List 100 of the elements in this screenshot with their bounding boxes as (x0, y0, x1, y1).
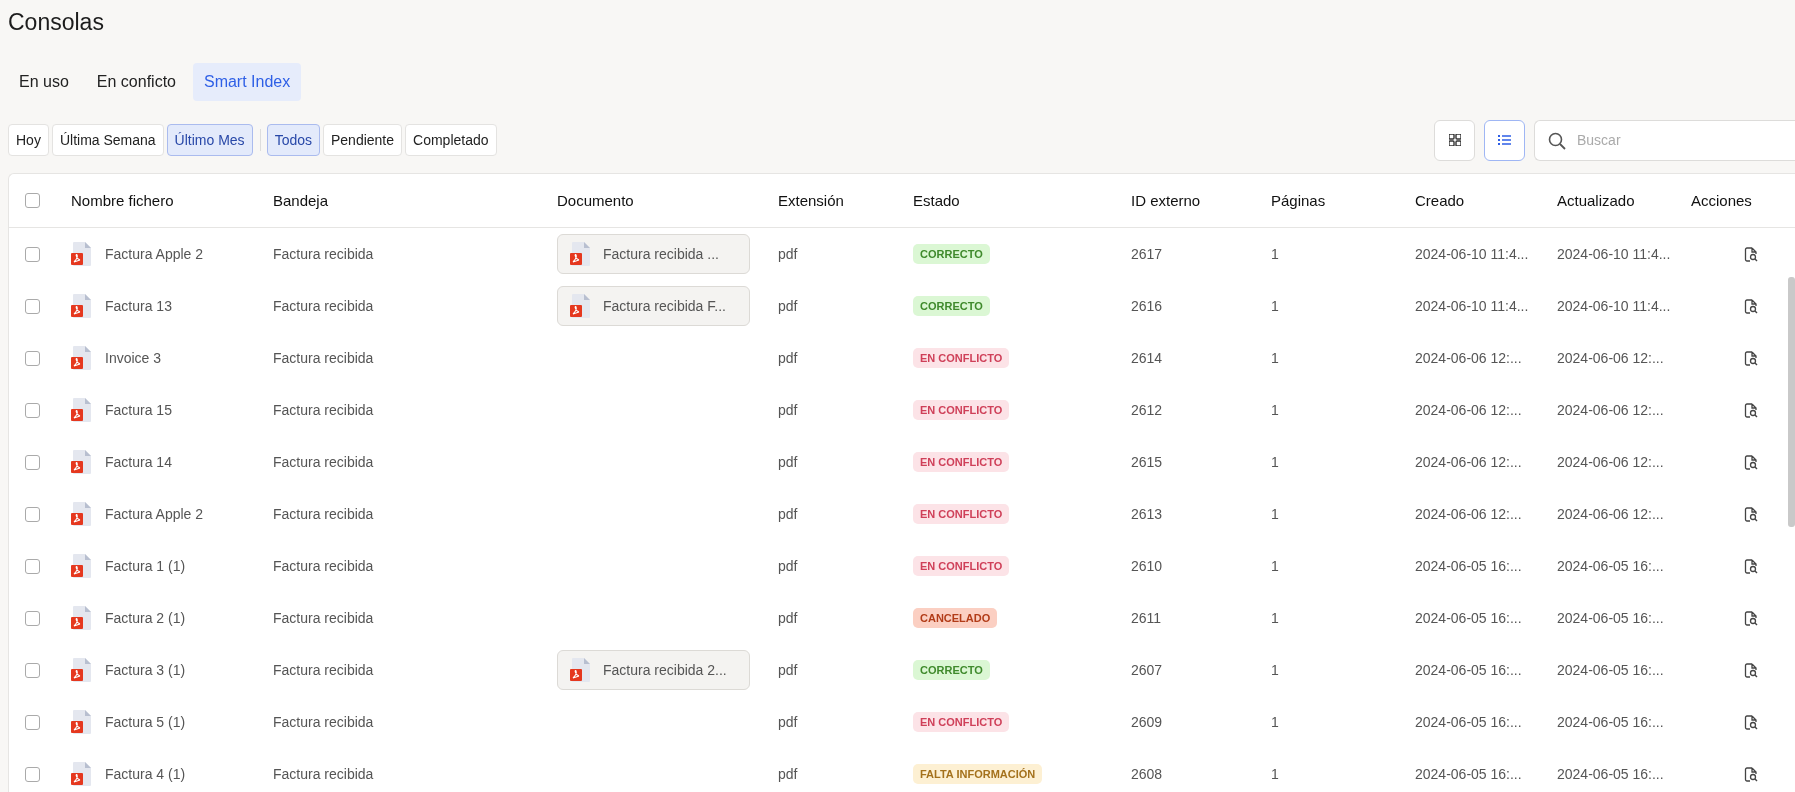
row-checkbox[interactable] (25, 298, 40, 314)
table-cell-text: Factura recibida (273, 350, 375, 366)
document-search-icon[interactable] (1744, 610, 1758, 626)
date-filter-button[interactable]: Última Semana (51, 124, 164, 156)
table-cell-text: 2024-06-06 12:... (1415, 454, 1523, 470)
document-chip[interactable]: Factura recibida ... (557, 234, 750, 274)
table-cell-text: 1 (1271, 662, 1280, 678)
pdf-file-icon (570, 241, 592, 267)
table-cell-text: 2615 (1131, 454, 1164, 470)
column-header[interactable]: Actualizado (1557, 192, 1691, 209)
pdf-file-icon (71, 345, 93, 371)
column-header[interactable]: Nombre fichero (71, 192, 273, 209)
table-cell-text: 2607 (1131, 662, 1164, 678)
document-chip[interactable]: Factura recibida F... (557, 286, 750, 326)
date-filter-button[interactable]: Hoy (8, 124, 49, 156)
file-name: Factura 15 (105, 402, 172, 418)
table-cell-text: 1 (1271, 766, 1280, 782)
table-cell-text: 1 (1271, 714, 1280, 730)
row-checkbox[interactable] (25, 766, 40, 782)
pdf-file-icon (71, 241, 93, 267)
search-field[interactable]: Buscar (1534, 119, 1795, 161)
column-header[interactable]: Páginas (1271, 192, 1415, 209)
table-cell-text: 2612 (1131, 402, 1164, 418)
table-cell-text: 2024-06-05 16:... (1557, 610, 1665, 626)
pdf-file-icon (71, 761, 93, 787)
document-search-icon[interactable] (1744, 298, 1758, 314)
table-cell-text: pdf (778, 246, 799, 262)
table-cell-text: Factura recibida (273, 766, 375, 782)
pdf-file-icon (71, 293, 93, 319)
pdf-file-icon (71, 501, 93, 527)
date-filter-button[interactable]: Último Mes (166, 124, 253, 156)
row-checkbox[interactable] (25, 506, 40, 522)
table-cell-text: 2024-06-06 12:... (1557, 454, 1665, 470)
document-search-icon[interactable] (1744, 558, 1758, 574)
status-badge: EN CONFLICTO (913, 348, 1010, 368)
table-cell-text: 1 (1271, 506, 1280, 522)
table-cell-text: 1 (1271, 558, 1280, 574)
row-checkbox[interactable] (25, 454, 40, 470)
scrollbar[interactable] (1788, 277, 1795, 527)
search-icon (1548, 131, 1566, 150)
row-checkbox[interactable] (25, 246, 40, 262)
table-cell-text: pdf (778, 298, 799, 314)
document-search-icon[interactable] (1744, 402, 1758, 418)
column-header[interactable]: Bandeja (273, 192, 557, 209)
table-cell-text: 2617 (1131, 246, 1164, 262)
document-chip[interactable]: Factura recibida 2... (557, 650, 750, 690)
status-badge: EN CONFLICTO (913, 400, 1010, 420)
row-checkbox[interactable] (25, 402, 40, 418)
status-badge: EN CONFLICTO (913, 504, 1010, 524)
tab[interactable]: Smart Index (192, 63, 302, 101)
column-header[interactable]: Acciones (1691, 192, 1782, 209)
table-cell-text: 2024-06-06 12:... (1415, 402, 1523, 418)
pdf-file-icon (570, 293, 592, 319)
status-badge: EN CONFLICTO (913, 452, 1010, 472)
row-checkbox[interactable] (25, 662, 40, 678)
row-checkbox[interactable] (25, 610, 40, 626)
column-header[interactable]: Estado (913, 192, 1131, 209)
table-cell-text: pdf (778, 506, 799, 522)
document-search-icon[interactable] (1744, 662, 1758, 678)
table-cell-text: Factura recibida (273, 298, 375, 314)
column-header[interactable]: Creado (1415, 192, 1557, 209)
table-cell-text: 2024-06-10 11:4... (1557, 298, 1672, 314)
table-cell-text: pdf (778, 350, 799, 366)
table-cell-text: 2024-06-05 16:... (1415, 766, 1523, 782)
list-view-button[interactable] (1484, 119, 1525, 161)
document-search-icon[interactable] (1744, 506, 1758, 522)
select-all-checkbox[interactable] (25, 193, 40, 208)
row-checkbox[interactable] (25, 558, 40, 574)
table-cell-text: 2610 (1131, 558, 1164, 574)
table-cell-text: pdf (778, 766, 799, 782)
table-cell-text: 2614 (1131, 350, 1164, 366)
document-search-icon[interactable] (1744, 454, 1758, 470)
table-cell-text: 2024-06-06 12:... (1557, 402, 1665, 418)
table-cell-text: 2024-06-05 16:... (1557, 766, 1665, 782)
grid-view-button[interactable] (1434, 119, 1475, 161)
pdf-file-icon (71, 449, 93, 475)
table-cell-text: 2024-06-06 12:... (1415, 506, 1523, 522)
status-filter-button[interactable]: Pendiente (323, 124, 403, 156)
row-checkbox[interactable] (25, 714, 40, 730)
pdf-file-icon (71, 657, 93, 683)
status-badge: CORRECTO (913, 660, 990, 680)
document-search-icon[interactable] (1744, 714, 1758, 730)
tab[interactable]: En conficto (85, 63, 187, 101)
pdf-file-icon (71, 553, 93, 579)
document-search-icon[interactable] (1744, 246, 1758, 262)
document-search-icon[interactable] (1744, 350, 1758, 366)
tab[interactable]: En uso (8, 63, 80, 101)
column-header[interactable]: Extensión (778, 192, 913, 209)
row-checkbox[interactable] (25, 350, 40, 366)
document-search-icon[interactable] (1744, 766, 1758, 782)
status-filter-button[interactable]: Completado (405, 124, 497, 156)
column-header[interactable]: ID externo (1131, 192, 1271, 209)
file-name: Factura 3 (1) (105, 662, 186, 678)
status-filter-button[interactable]: Todos (266, 124, 320, 156)
table-cell-text: Factura recibida (273, 610, 375, 626)
table-cell-text: 1 (1271, 350, 1280, 366)
file-name: Factura 5 (1) (105, 714, 186, 730)
column-header[interactable]: Documento (557, 192, 778, 209)
status-badge: FALTA INFORMACIÓN (913, 764, 1043, 784)
table-cell-text: 2024-06-06 12:... (1557, 350, 1665, 366)
